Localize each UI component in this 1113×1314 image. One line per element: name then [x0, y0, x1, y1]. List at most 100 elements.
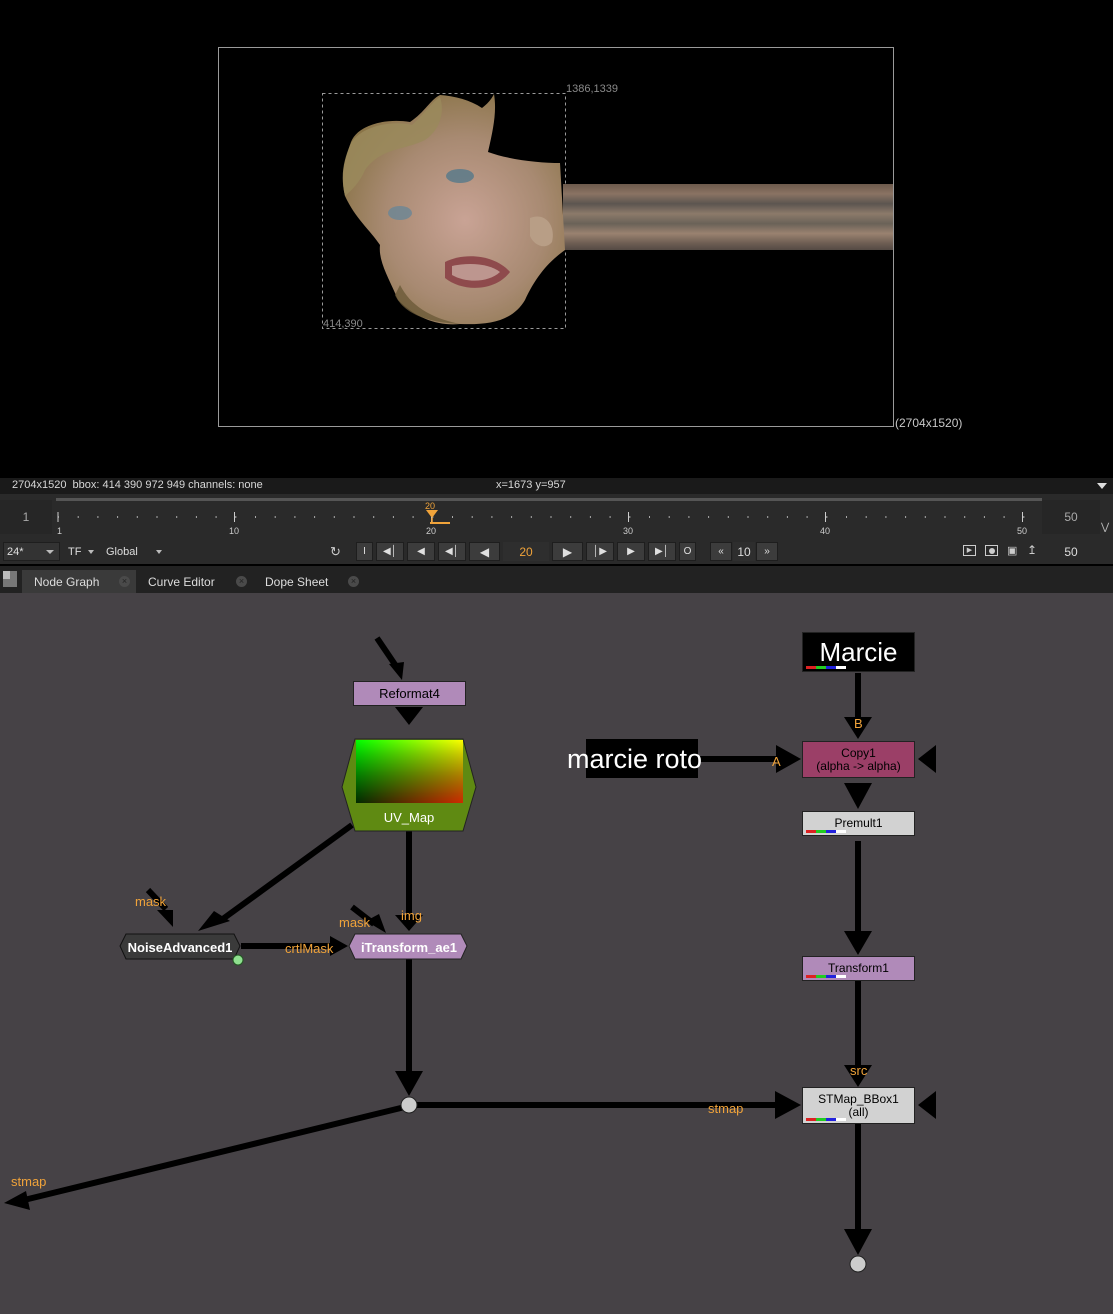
- tab-dope-sheet[interactable]: Dope Sheet ×: [253, 570, 365, 593]
- timeline-start-frame[interactable]: 1: [0, 500, 52, 534]
- transform-node[interactable]: Transform1: [802, 956, 915, 981]
- prev-frame-button[interactable]: ◀│: [438, 542, 466, 561]
- marcie-node-label: Marcie: [819, 636, 898, 667]
- step-back-button[interactable]: «: [710, 542, 732, 561]
- tab-dope-sheet-label: Dope Sheet: [265, 574, 329, 589]
- timeline-minor-tick: [333, 516, 335, 518]
- tick-label-30: 30: [623, 526, 634, 536]
- tab-curve-editor-label: Curve Editor: [148, 574, 215, 589]
- noise-node-label: NoiseAdvanced1: [127, 939, 233, 955]
- in-point-button[interactable]: I: [356, 542, 373, 561]
- channel-indicator: [806, 1118, 846, 1121]
- viewer-canvas: [218, 47, 894, 427]
- timeline-end-frame[interactable]: 50: [1042, 500, 1100, 534]
- timeline-minor-tick: [452, 516, 453, 518]
- timeline-minor-tick: [373, 516, 375, 518]
- viewer[interactable]: 1386,1339 414,390 (2704x1520): [0, 0, 1113, 478]
- prev-keyframe-button[interactable]: ◀: [407, 542, 435, 561]
- cursor-position: x=1673 y=957: [496, 479, 566, 491]
- play-backward-button[interactable]: ◀: [469, 542, 500, 561]
- timecode-dropdown[interactable]: TF: [68, 543, 94, 561]
- marcie-roto-node-label: marcie roto: [567, 744, 703, 774]
- timeline-minor-tick: [708, 516, 710, 518]
- noise-node[interactable]: NoiseAdvanced1: [116, 937, 244, 957]
- timeline-minor-tick: [905, 516, 907, 518]
- info-menu-arrow-icon[interactable]: [1097, 483, 1107, 489]
- next-frame-button[interactable]: │▶: [586, 542, 614, 561]
- tick-label-1: 1: [57, 526, 63, 536]
- itransform-node-label: iTransform_ae1: [360, 939, 458, 955]
- timeline-minor-tick: [274, 516, 276, 518]
- marcie-node[interactable]: Marcie: [802, 632, 915, 672]
- close-icon[interactable]: ×: [119, 576, 130, 587]
- timeline-minor-tick: [688, 516, 690, 518]
- timeline-minor-tick: [629, 516, 631, 518]
- first-frame-button[interactable]: ◀│: [376, 542, 404, 561]
- end-frame-field[interactable]: 50: [1048, 542, 1094, 561]
- sync-icon[interactable]: ↻: [330, 544, 341, 560]
- timeline-collapse-icon[interactable]: ⋁: [1101, 522, 1109, 533]
- play-forward-button[interactable]: ▶: [552, 542, 583, 561]
- range-value: Global: [106, 546, 138, 558]
- tab-curve-editor[interactable]: Curve Editor ×: [136, 570, 253, 593]
- reformat-node[interactable]: Reformat4: [353, 681, 466, 706]
- timeline[interactable]: 1 50 20 1 10 20 30 40 50 ⋁: [0, 494, 1113, 540]
- copy-node[interactable]: Copy1 (alpha -> alpha): [802, 741, 915, 778]
- timeline-minor-tick: [767, 516, 769, 518]
- timeline-ruler[interactable]: [52, 494, 1042, 540]
- timeline-minor-tick: [136, 516, 138, 518]
- out-point-button[interactable]: O: [679, 542, 696, 561]
- src-input-label: src: [850, 1063, 868, 1078]
- timeline-minor-tick: [255, 516, 256, 518]
- lock-icon[interactable]: ▣: [1007, 544, 1017, 557]
- next-keyframe-button[interactable]: ▶: [617, 542, 645, 561]
- timeline-minor-tick: [353, 516, 355, 518]
- last-frame-button[interactable]: ▶│: [648, 542, 676, 561]
- panel-menu-icon[interactable]: [3, 571, 17, 587]
- timeline-minor-tick: [294, 516, 296, 518]
- tick-label-40: 40: [820, 526, 831, 536]
- timeline-minor-tick: [235, 516, 237, 518]
- close-icon[interactable]: ×: [348, 576, 359, 587]
- timeline-minor-tick: [215, 516, 217, 518]
- playback-controls: 24* TF Global ↻ I ◀│ ◀ ◀│ ◀ 20 ▶ │▶ ▶ ▶│…: [0, 540, 1113, 564]
- mask-input-label: mask: [339, 915, 371, 930]
- close-icon[interactable]: ×: [236, 576, 247, 587]
- copy-node-sublabel: (alpha -> alpha): [816, 758, 901, 773]
- bbox-top-right-coord: 1386,1339: [566, 83, 618, 95]
- channel-indicator: [806, 830, 846, 833]
- timeline-minor-tick: [412, 516, 414, 518]
- node-graph[interactable]: Reformat4 UV_Map NoiseAdvanced1 iTransfo…: [0, 593, 1113, 1314]
- timeline-minor-tick: [1023, 516, 1025, 518]
- tick-label-20: 20: [426, 526, 437, 536]
- timeline-minor-tick: [846, 516, 847, 518]
- step-field[interactable]: 10: [733, 542, 755, 561]
- tick-label-50: 50: [1017, 526, 1028, 536]
- export-icon[interactable]: ↥: [1027, 543, 1037, 557]
- uv-map-node-label: UV_Map: [383, 809, 435, 825]
- timeline-minor-tick: [983, 516, 985, 518]
- stmap-input-label: stmap: [708, 1101, 744, 1116]
- premult-node[interactable]: Premult1: [802, 811, 915, 836]
- itransform-node[interactable]: iTransform_ae1: [346, 937, 472, 957]
- timeline-minor-tick: [589, 516, 591, 518]
- format-info: 2704x1520 bbox: 414 390 972 949 channels…: [12, 479, 263, 491]
- stmap-node[interactable]: STMap_BBox1 (all): [802, 1087, 915, 1124]
- flipbook-icon[interactable]: ▶: [963, 545, 976, 556]
- timeline-minor-tick: [491, 516, 493, 518]
- uv-map-node[interactable]: UV_Map: [355, 805, 463, 829]
- timeline-minor-tick: [747, 516, 749, 518]
- range-dropdown[interactable]: Global: [106, 543, 164, 561]
- fps-dropdown[interactable]: 24*: [3, 542, 60, 561]
- timeline-minor-tick: [668, 516, 670, 518]
- step-forward-button[interactable]: »: [756, 542, 778, 561]
- tab-node-graph[interactable]: Node Graph ×: [22, 570, 136, 593]
- marcie-roto-node[interactable]: marcie roto: [567, 739, 702, 778]
- record-icon[interactable]: [985, 545, 998, 556]
- crtlmask-input-label: crtlMask: [285, 941, 334, 956]
- b-input-label: B: [854, 716, 863, 731]
- a-input-label: A: [772, 754, 781, 769]
- timeline-minor-tick: [471, 516, 473, 518]
- timeline-minor-tick: [176, 516, 178, 518]
- current-frame-field[interactable]: 20: [503, 542, 549, 561]
